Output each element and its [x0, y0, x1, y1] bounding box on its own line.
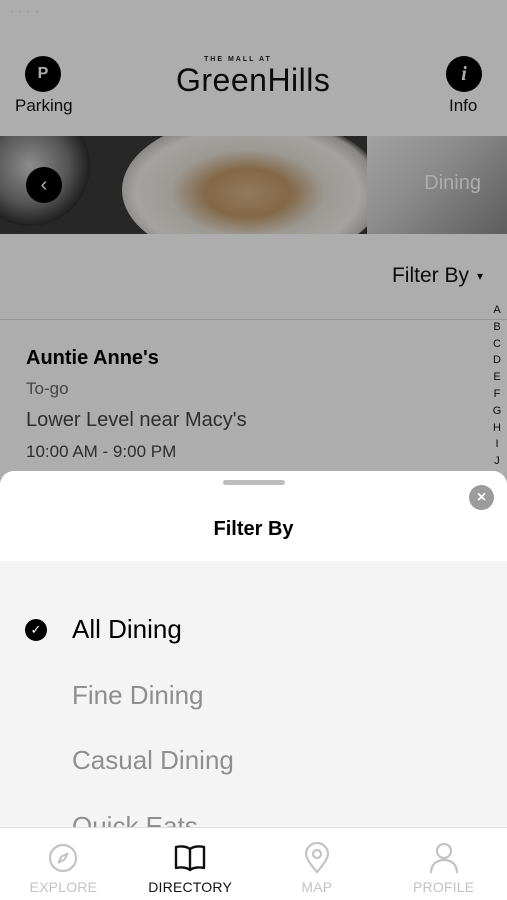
- filter-option-label: Casual Dining: [72, 745, 234, 775]
- sheet-title: Filter By: [213, 518, 294, 540]
- filter-sheet: × Filter By ✓ All Dining Fine Dining Casual…: [0, 471, 507, 827]
- filter-option-label: Fine Dining: [72, 679, 204, 710]
- filter-option-label: Quick Eats: [72, 810, 198, 828]
- filter-option[interactable]: ✓ All Dining: [0, 603, 507, 669]
- sheet-grabber-handle[interactable]: [223, 480, 285, 485]
- close-button[interactable]: ×: [469, 485, 494, 510]
- compass-icon: [46, 841, 80, 875]
- filter-options-list: ✓ All Dining Fine Dining Casual Dining Quick…: [0, 603, 507, 827]
- filter-option[interactable]: Casual Dining: [0, 734, 507, 800]
- book-icon: [173, 841, 207, 875]
- filter-option[interactable]: Fine Dining: [0, 669, 507, 735]
- tab-label: EXPLORE: [29, 879, 98, 895]
- tab-profile[interactable]: PROFILE: [380, 828, 507, 900]
- tab-label: PROFILE: [412, 879, 475, 895]
- person-icon: [427, 841, 461, 875]
- tab-explore[interactable]: EXPLORE: [0, 828, 127, 900]
- tab-label: MAP: [301, 879, 333, 895]
- tab-bar: EXPLORE DIRECTORY MAP PROFILE: [0, 827, 507, 900]
- sheet-header: × Filter By: [0, 471, 507, 561]
- tab-directory[interactable]: DIRECTORY: [127, 828, 254, 900]
- filter-option[interactable]: Quick Eats: [0, 800, 507, 828]
- close-icon: ×: [476, 488, 487, 506]
- checkmark-icon: ✓: [25, 619, 47, 641]
- tab-map[interactable]: MAP: [254, 828, 381, 900]
- map-pin-icon: [300, 841, 334, 875]
- filter-option-label: All Dining: [72, 614, 182, 644]
- tab-label: DIRECTORY: [148, 879, 232, 895]
